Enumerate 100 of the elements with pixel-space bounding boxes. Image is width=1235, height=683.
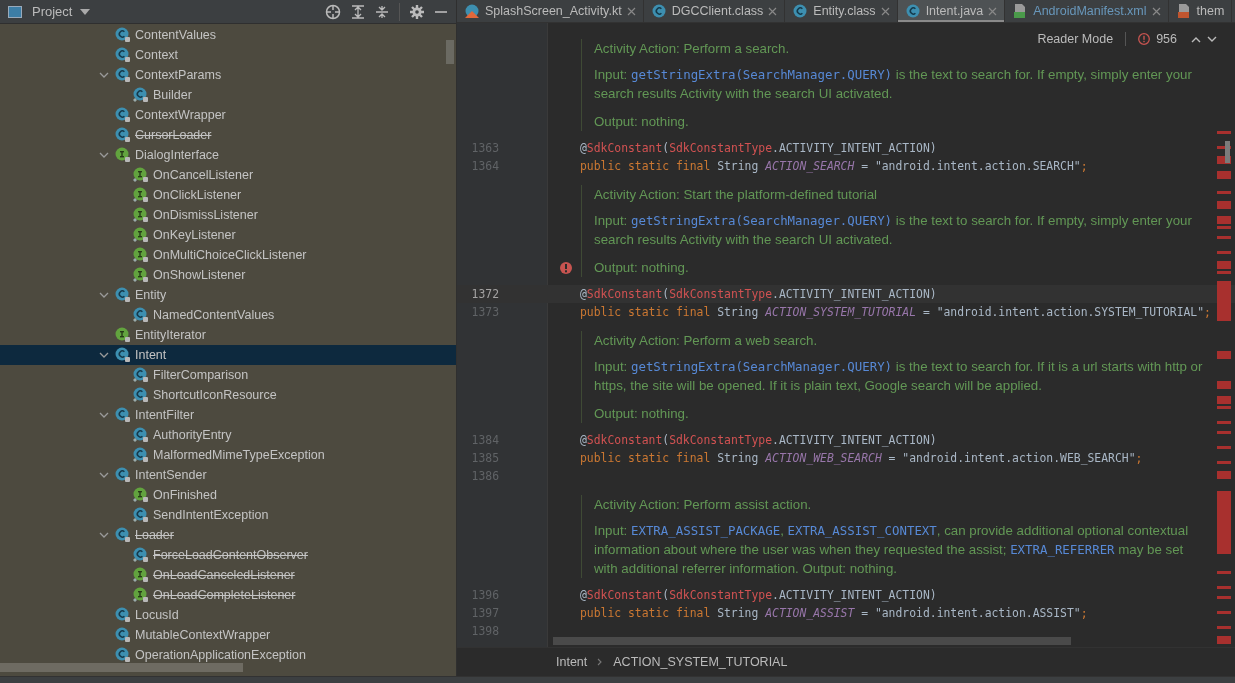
tree-item[interactable]: OnMultiChoiceClickListener (0, 245, 456, 265)
doc-paragraph: Input: getStringExtra(SearchManager.QUERY) is the text to search for. If empty, simply enter your search results Activity with the search UI activated. (594, 212, 1193, 249)
editor-tab[interactable]: DGCClient.class (643, 0, 786, 22)
code-line: public static final String ACTION_WEB_SEARCH = "android.intent.action.WEB_SEARCH"; (580, 451, 1143, 465)
interface-icon (133, 227, 149, 243)
tree-item[interactable]: ContentValues (0, 25, 456, 45)
tree-item[interactable]: SendIntentException (0, 505, 456, 525)
scrollbar-thumb[interactable] (446, 40, 454, 64)
doc-link[interactable]: getStringExtra(SearchManager.QUERY) (630, 67, 893, 82)
interface-icon (133, 167, 149, 183)
chevron-icon[interactable] (99, 530, 109, 540)
tree-item[interactable]: OnShowListener (0, 265, 456, 285)
interface-icon (133, 247, 149, 263)
tree-item[interactable]: OnClickListener (0, 185, 456, 205)
scrollbar-thumb[interactable] (0, 663, 243, 672)
chevron-icon[interactable] (99, 290, 109, 300)
doc-paragraph: Input: getStringExtra(SearchManager.QUERY) is the text to search for. If empty, simply enter your search results Activity with the search UI activated. (594, 66, 1193, 103)
tree-item[interactable]: OnLoadCanceledListener (0, 565, 456, 585)
scrollbar-thumb[interactable] (553, 637, 1071, 645)
doc-link[interactable]: getStringExtra(SearchManager.QUERY) (630, 213, 893, 228)
close-icon[interactable] (626, 6, 636, 16)
breadcrumb[interactable]: Intent (556, 655, 588, 669)
locate-icon[interactable] (325, 3, 341, 20)
doc-link[interactable]: EXTRA_REFERRER (1010, 542, 1115, 557)
project-view-dropdown[interactable]: Project (32, 4, 91, 19)
close-icon[interactable] (1151, 6, 1161, 16)
settings-icon[interactable] (410, 4, 424, 19)
doc-paragraph: Output: nothing. (594, 405, 690, 423)
editor-tab[interactable]: them (1168, 0, 1233, 22)
tree-item[interactable]: IntentSender (0, 465, 456, 485)
tree-item[interactable]: OnKeyListener (0, 225, 456, 245)
chevron-icon[interactable] (99, 350, 109, 360)
file-icon (792, 3, 809, 19)
close-icon[interactable] (768, 6, 778, 16)
tree-item[interactable]: EntityIterator (0, 325, 456, 345)
tree-item[interactable]: CursorLoader (0, 125, 456, 145)
tree-item[interactable]: Builder (0, 85, 456, 105)
expand-all-icon[interactable] (351, 4, 365, 19)
close-icon[interactable] (880, 6, 890, 16)
problem-count: 956 (1156, 32, 1177, 46)
tree-item[interactable]: Loader (0, 525, 456, 545)
tree-item[interactable]: NamedContentValues (0, 305, 456, 325)
tree-item[interactable]: ForceLoadContentObserver (0, 545, 456, 565)
tree-item[interactable]: FilterComparison (0, 365, 456, 385)
chevron-down-icon[interactable] (1207, 35, 1217, 43)
chevron-up-icon[interactable] (1191, 35, 1201, 43)
tree-item[interactable]: IntentFilter (0, 405, 456, 425)
file-icon (464, 3, 480, 19)
tree-item[interactable]: ContextParams (0, 65, 456, 85)
tree-item[interactable]: Context (0, 45, 456, 65)
chevron-icon[interactable] (99, 70, 109, 80)
class-icon (115, 467, 131, 483)
chevron-icon[interactable] (99, 150, 109, 160)
doc-link[interactable]: EXTRA_ASSIST_CONTEXT (787, 523, 937, 538)
tree-item[interactable]: MutableContextWrapper (0, 625, 456, 645)
interface-icon (133, 187, 149, 203)
class-icon (115, 107, 131, 123)
chevron-icon[interactable] (99, 470, 109, 480)
reader-mode-button[interactable]: Reader Mode (1037, 32, 1114, 46)
class-icon (133, 367, 149, 383)
close-icon[interactable] (988, 6, 998, 16)
code-line: public static final String ACTION_SYSTEM_TUTORIAL = "android.intent.action.SYSTEM_TUTORIAL"; (580, 305, 1211, 319)
tree-item[interactable]: Entity (0, 285, 456, 305)
caret-icon (80, 8, 91, 15)
tree-item[interactable]: Intent (0, 345, 456, 365)
tree-item[interactable]: AuthorityEntry (0, 425, 456, 445)
tree-item[interactable]: OnCancelListener (0, 165, 456, 185)
interface-icon (133, 267, 149, 283)
tree-item[interactable]: OnDismissListener (0, 205, 456, 225)
chevron-right-icon (597, 658, 604, 666)
tree-item[interactable]: OnLoadCompleteListener (0, 585, 456, 605)
tree-item[interactable]: ContextWrapper (0, 105, 456, 125)
class-icon (133, 447, 149, 463)
line-number: 1372 (470, 287, 500, 301)
class-icon (115, 127, 131, 143)
tree-item[interactable]: OnFinished (0, 485, 456, 505)
code-line: @SdkConstant(SdkConstantType.ACTIVITY_INTENT_ACTION) (580, 141, 937, 155)
error-icon[interactable] (560, 262, 572, 274)
code-line: @SdkConstant(SdkConstantType.ACTIVITY_INTENT_ACTION) (580, 433, 937, 447)
class-icon (133, 427, 149, 443)
class-icon (133, 87, 149, 103)
interface-icon (133, 567, 149, 583)
breadcrumb[interactable]: ACTION_SYSTEM_TUTORIAL (613, 655, 788, 669)
class-icon (115, 347, 131, 363)
tree-item[interactable]: OperationApplicationException (0, 645, 456, 665)
doc-link[interactable]: getStringExtra(SearchManager.QUERY) (630, 359, 893, 374)
editor-tab[interactable]: Intent.java (897, 0, 1006, 22)
chevron-icon[interactable] (99, 410, 109, 420)
class-icon (115, 527, 131, 543)
tree-item[interactable]: MalformedMimeTypeException (0, 445, 456, 465)
tree-item[interactable]: DialogInterface (0, 145, 456, 165)
code-line: public static final String ACTION_ASSIST = "android.intent.action.ASSIST"; (580, 606, 1088, 620)
tree-item[interactable]: LocusId (0, 605, 456, 625)
collapse-all-icon[interactable] (375, 4, 389, 19)
editor-tab[interactable]: AndroidManifest.xml (1005, 0, 1169, 22)
tree-item[interactable]: ShortcutIconResource (0, 385, 456, 405)
editor-tab[interactable]: SplashScreen_Activity.kt (457, 0, 644, 22)
interface-icon (133, 487, 149, 503)
error-icon[interactable] (1138, 33, 1151, 45)
editor-tab[interactable]: Entity.class (785, 0, 898, 22)
